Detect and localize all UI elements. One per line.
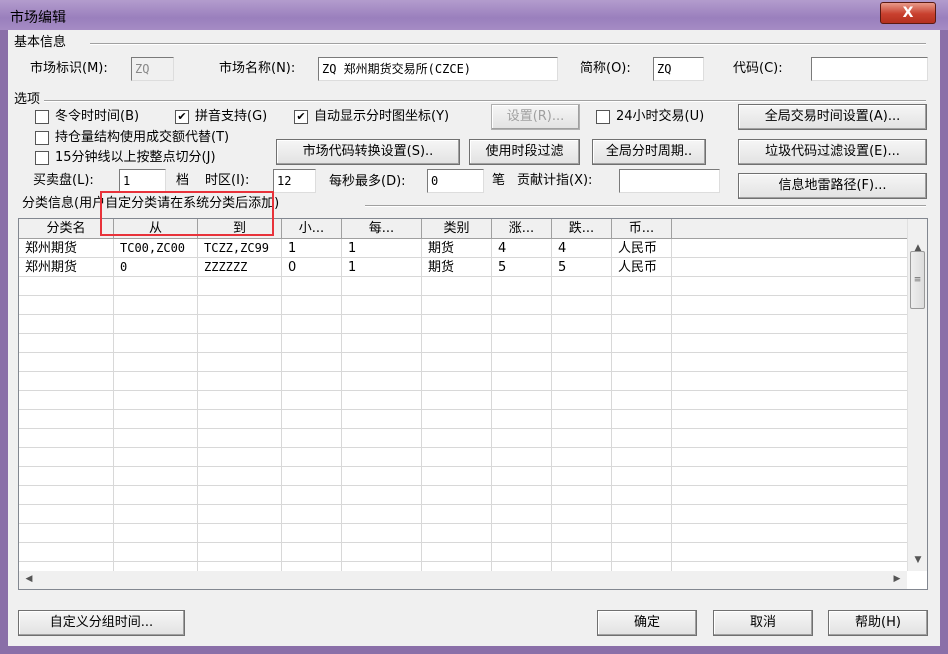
position-struct-checkbox[interactable] — [35, 131, 49, 145]
category-table: 分类名 从 到 小... 每... 类别 涨... 跌... 币... 郑州期货… — [18, 218, 928, 590]
scroll-right-icon[interactable]: ▶ — [889, 574, 905, 584]
contrib-field[interactable] — [619, 169, 720, 193]
highlight-box — [100, 191, 274, 236]
global-period-button[interactable]: 全局分时周期.. — [592, 139, 706, 165]
table-cell: TC00,ZC00 — [120, 241, 186, 255]
column-header[interactable]: 跌... — [552, 219, 612, 239]
period-filter-button[interactable]: 使用时段过滤 — [469, 139, 580, 165]
24h-label: 24小时交易(U) — [616, 109, 705, 124]
column-header[interactable]: 小... — [282, 219, 342, 239]
divider — [90, 43, 926, 45]
table-cell: 1 — [348, 241, 357, 256]
depth-label: 买卖盘(L): — [33, 173, 94, 188]
code-convert-button[interactable]: 市场代码转换设置(S).. — [276, 139, 460, 165]
table-cell: 1 — [348, 260, 357, 275]
max-per-second-label: 每秒最多(D): — [329, 174, 406, 189]
table-cell: 1 — [288, 241, 297, 256]
table-cell: 5 — [558, 260, 567, 275]
dialog-body: 基本信息 市场标识(M): ZQ 市场名称(N): ZQ 郑州期货交易所(CZC… — [8, 30, 940, 646]
min15-checkbox[interactable] — [35, 151, 49, 165]
timezone-field[interactable]: 12 — [273, 169, 316, 193]
table-cell: TCZZ,ZC99 — [204, 241, 270, 255]
market-id-field[interactable]: ZQ — [131, 57, 174, 81]
depth-field[interactable]: 1 — [119, 169, 166, 193]
auto-axis-checkbox[interactable]: ✔ — [294, 110, 308, 124]
vertical-scrollbar[interactable]: ▲ ≡ ▼ — [907, 219, 927, 571]
basic-info-heading: 基本信息 — [14, 35, 67, 50]
min15-label: 15分钟线以上按整点切分(J) — [55, 150, 216, 165]
table-body: 郑州期货 TC00,ZC00 TCZZ,ZC99 1 1 期货 4 4 人民币 郑州期货 0 ZZZZ… — [19, 239, 907, 571]
pinyin-label: 拼音支持(G) — [195, 109, 268, 124]
divider — [44, 100, 926, 102]
table-cell: 人民币 — [618, 241, 658, 256]
column-header[interactable]: 每... — [342, 219, 422, 239]
table-cell: ZZZZZZ — [204, 260, 248, 274]
table-cell: 郑州期货 — [25, 260, 78, 275]
ok-button[interactable]: 确定 — [597, 610, 697, 636]
info-path-button[interactable]: 信息地雷路径(F)... — [738, 173, 927, 199]
winter-time-label: 冬令时时间(B) — [55, 109, 140, 124]
position-struct-label: 持仓量结构使用成交额代替(T) — [55, 130, 230, 145]
table-cell: 期货 — [428, 260, 455, 275]
column-header[interactable]: 类别 — [422, 219, 492, 239]
winter-time-checkbox[interactable] — [35, 110, 49, 124]
market-id-label: 市场标识(M): — [30, 61, 108, 76]
window-title: 市场编辑 — [10, 10, 66, 26]
custom-group-time-button[interactable]: 自定义分组时间... — [18, 610, 185, 636]
column-header[interactable]: 币... — [612, 219, 672, 239]
short-name-field[interactable]: ZQ — [653, 57, 704, 81]
scroll-left-icon[interactable]: ◀ — [21, 574, 37, 584]
table-cell: 4 — [558, 241, 567, 256]
cancel-button[interactable]: 取消 — [713, 610, 813, 636]
market-name-label: 市场名称(N): — [219, 61, 296, 76]
table-cell: 期货 — [428, 241, 455, 256]
close-button[interactable]: X — [880, 2, 936, 24]
pinyin-checkbox[interactable]: ✔ — [175, 110, 189, 124]
scroll-down-icon[interactable]: ▼ — [910, 555, 926, 565]
title-bar — [0, 0, 948, 30]
table-cell: 郑州期货 — [25, 241, 78, 256]
table-cell: 5 — [498, 260, 507, 275]
table-cell: 4 — [498, 241, 507, 256]
depth-unit: 档 — [176, 173, 190, 188]
divider — [365, 205, 926, 207]
24h-checkbox[interactable] — [596, 110, 610, 124]
table-row[interactable]: 郑州期货 TC00,ZC00 TCZZ,ZC99 1 1 期货 4 4 人民币 — [19, 239, 907, 258]
max-unit: 笔 — [492, 173, 506, 188]
table-row[interactable]: 郑州期货 0 ZZZZZZ 0 1 期货 5 5 人民币 — [19, 258, 907, 277]
column-header[interactable]: 涨... — [492, 219, 552, 239]
auto-axis-label: 自动显示分时图坐标(Y) — [314, 109, 450, 124]
junk-filter-button[interactable]: 垃圾代码过滤设置(E)... — [738, 139, 927, 165]
max-per-second-field[interactable]: 0 — [427, 169, 484, 193]
settings-button[interactable]: 设置(R)... — [491, 104, 580, 130]
timezone-label: 时区(I): — [205, 173, 250, 188]
table-cell: 人民币 — [618, 260, 658, 275]
table-cell: 0 — [288, 260, 297, 275]
contrib-label: 贡献计指(X): — [517, 173, 593, 188]
market-name-field[interactable]: ZQ 郑州期货交易所(CZCE) — [318, 57, 558, 81]
horizontal-scrollbar[interactable]: ◀ ▶ — [19, 571, 907, 589]
global-trade-time-button[interactable]: 全局交易时间设置(A)... — [738, 104, 927, 130]
options-heading: 选项 — [14, 92, 41, 107]
table-cell: 0 — [120, 260, 128, 274]
help-button[interactable]: 帮助(H) — [828, 610, 928, 636]
code-field[interactable] — [811, 57, 928, 81]
short-name-label: 简称(O): — [580, 61, 631, 76]
scroll-thumb[interactable]: ≡ — [910, 251, 925, 309]
code-label: 代码(C): — [733, 61, 783, 76]
